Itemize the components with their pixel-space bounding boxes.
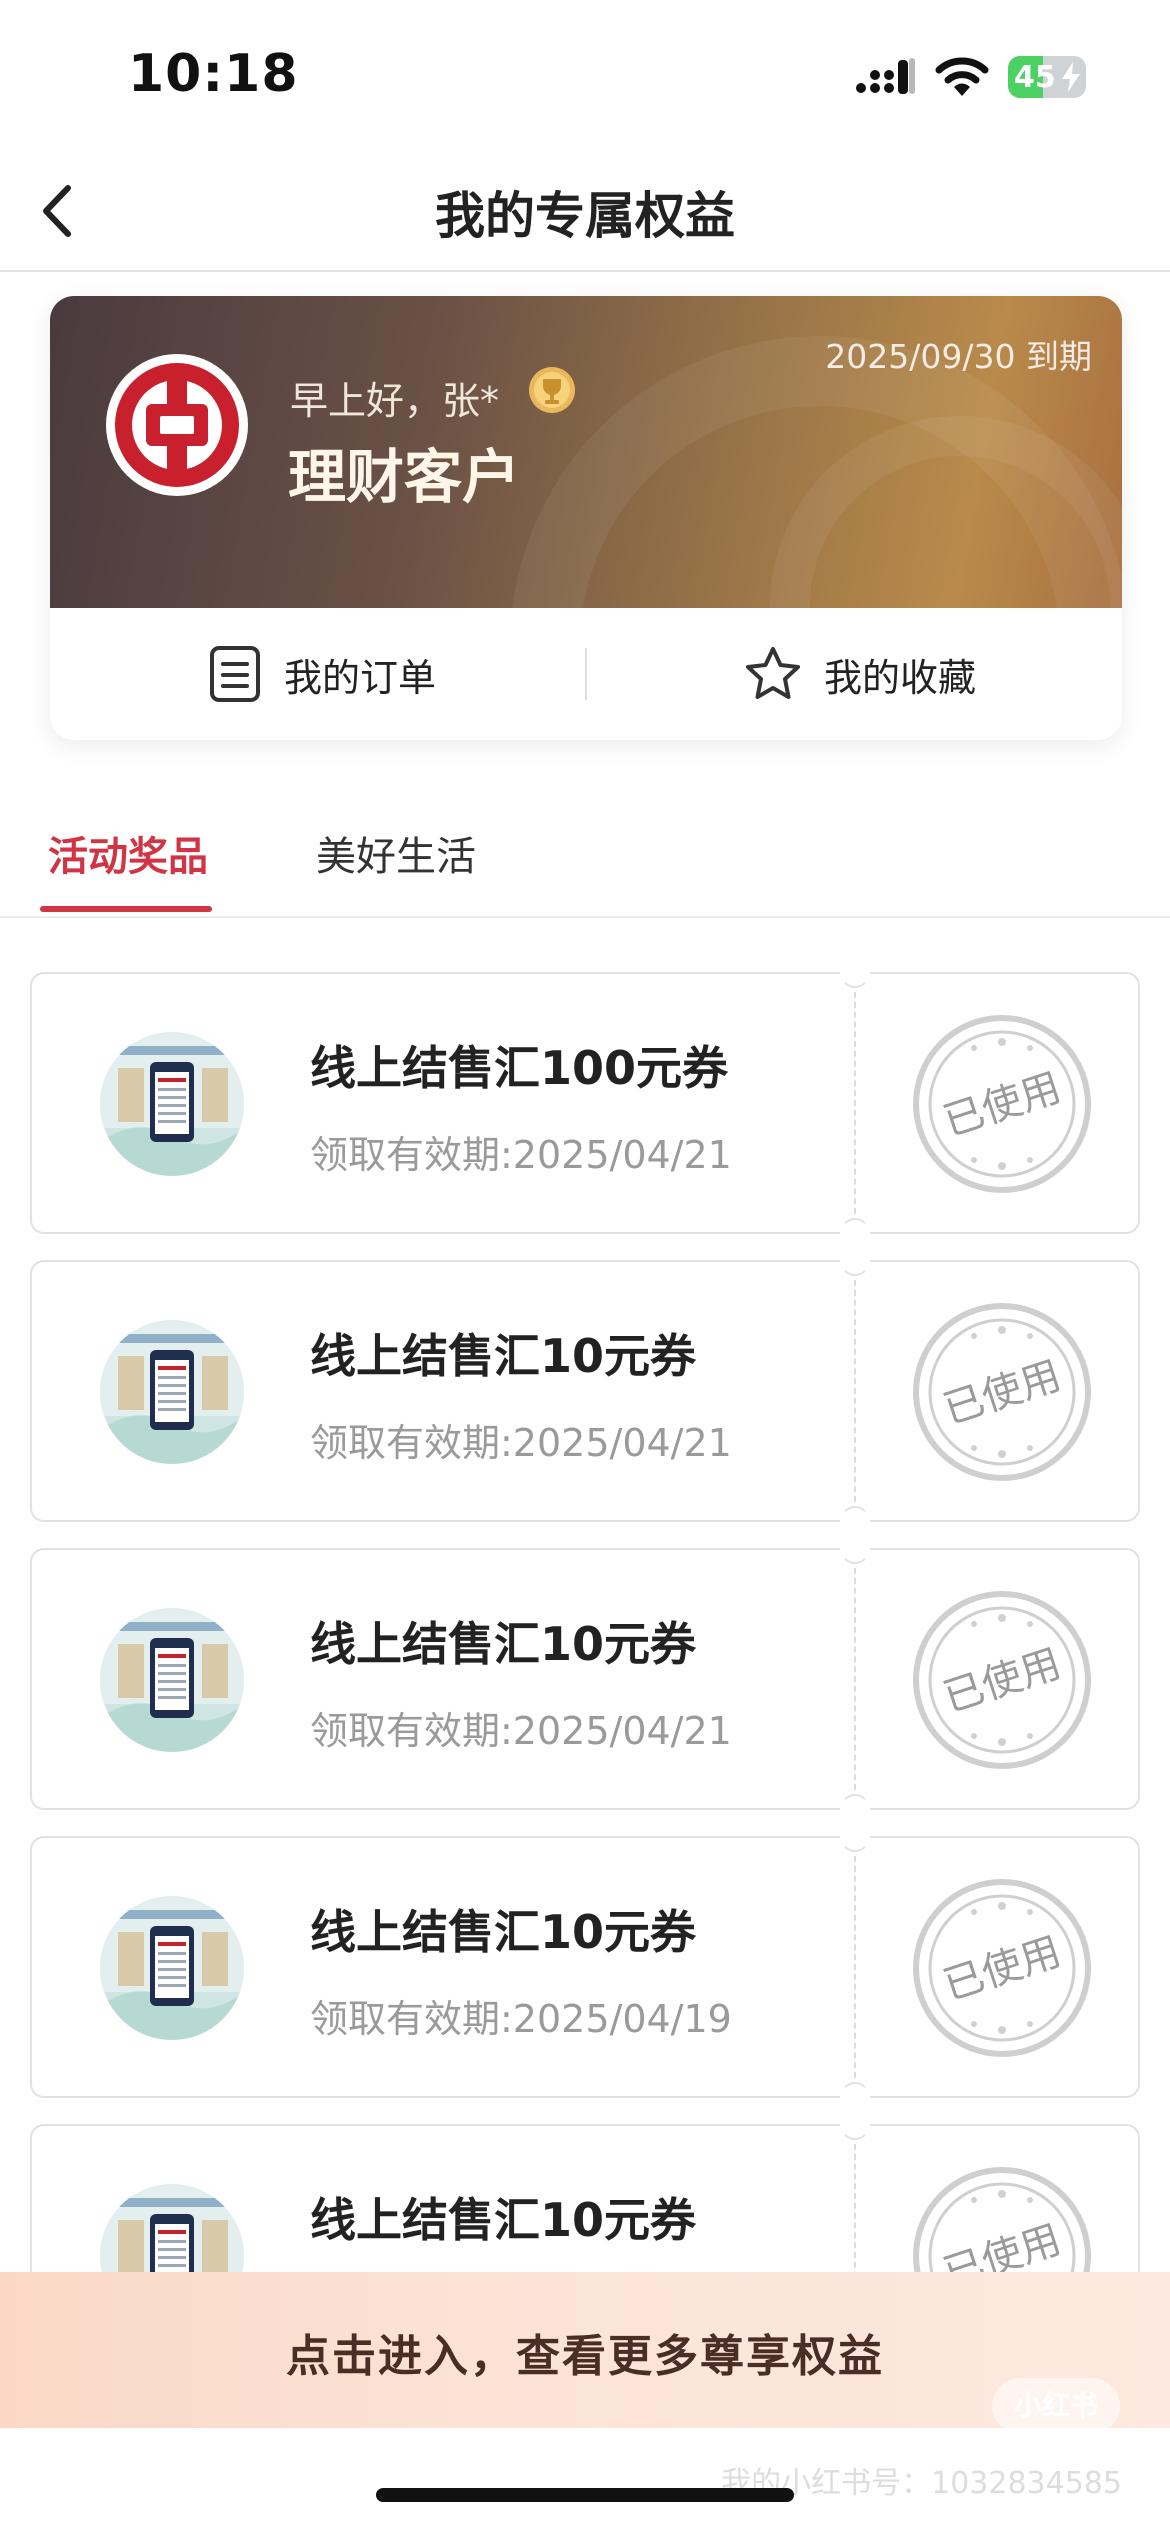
cellular-signal-icon bbox=[856, 58, 915, 94]
order-list-icon bbox=[210, 646, 260, 702]
coupon-title: 线上结售汇10元券 bbox=[310, 1329, 697, 1383]
watermark-badge: 小红书 bbox=[992, 2378, 1120, 2434]
my-orders-label: 我的订单 bbox=[284, 655, 437, 700]
coupon-divider bbox=[854, 992, 856, 1214]
coupon-title: 线上结售汇10元券 bbox=[310, 2193, 697, 2247]
expiry-date: 2025/09/30 到期 bbox=[825, 337, 1092, 376]
coupon-divider bbox=[854, 1280, 856, 1502]
coupon-card[interactable]: 线上结售汇10元券 领取有效期:2025/04/21 已使用 bbox=[30, 1534, 1140, 1824]
battery-indicator: 45 bbox=[1008, 56, 1086, 98]
coupon-notch bbox=[840, 1218, 870, 1248]
coupon-notch bbox=[840, 958, 870, 988]
battery-text: 45 bbox=[1014, 60, 1056, 95]
coupon-title: 线上结售汇100元券 bbox=[310, 1041, 729, 1095]
coupon-thumbnail-image bbox=[100, 1320, 244, 1464]
used-stamp-label: 已使用 bbox=[938, 1353, 1066, 1434]
tab-better-life[interactable]: 美好生活 bbox=[316, 824, 476, 882]
action-divider bbox=[585, 648, 587, 700]
coupon-notch bbox=[840, 1822, 870, 1852]
used-stamp-label: 已使用 bbox=[938, 1929, 1066, 2010]
used-stamp-icon: 已使用 bbox=[913, 1303, 1091, 1481]
trophy-badge-icon bbox=[529, 367, 575, 413]
coupon-valid-date: 领取有效期:2025/04/21 bbox=[310, 1133, 732, 1177]
status-bar: 10:18 45 bbox=[0, 0, 1170, 150]
more-benefits-text: 点击进入，查看更多尊享权益 bbox=[286, 2331, 884, 2382]
used-stamp-icon: 已使用 bbox=[913, 1591, 1091, 1769]
coupon-card[interactable]: 线上结售汇10元券 领取有效期:2025/04/21 已使用 bbox=[30, 1246, 1140, 1536]
greeting-text: 早上好，张* bbox=[290, 379, 500, 423]
member-card: 早上好，张* 理财客户 2025/09/30 到期 我的订单 我的收藏 bbox=[50, 296, 1122, 740]
coupon-title: 线上结售汇10元券 bbox=[310, 1617, 697, 1671]
page-title: 我的专属权益 bbox=[435, 187, 735, 245]
coupon-card[interactable]: 线上结售汇100元券 领取有效期:2025/04/21 已使用 bbox=[30, 958, 1140, 1248]
used-stamp-label: 已使用 bbox=[938, 1065, 1066, 1146]
nav-bar: 我的专属权益 bbox=[0, 150, 1170, 272]
coupon-card[interactable]: 线上结售汇10元券 领取有效期:2025/04/19 已使用 bbox=[30, 1822, 1140, 2112]
used-stamp-icon: 已使用 bbox=[913, 1879, 1091, 2057]
coupon-notch bbox=[840, 1506, 870, 1536]
coupon-notch bbox=[840, 1534, 870, 1564]
used-stamp-label: 已使用 bbox=[938, 1641, 1066, 1722]
coupon-thumbnail-image bbox=[100, 1608, 244, 1752]
charging-bolt-icon bbox=[1062, 62, 1080, 92]
coupon-notch bbox=[840, 2082, 870, 2112]
active-tab-indicator bbox=[40, 906, 212, 912]
coupon-notch bbox=[840, 1246, 870, 1276]
coupon-thumbnail-image bbox=[100, 1896, 244, 2040]
customer-level: 理财客户 bbox=[288, 443, 521, 511]
tab-activity-prizes[interactable]: 活动奖品 bbox=[48, 824, 208, 882]
coupon-title: 线上结售汇10元券 bbox=[310, 1905, 697, 1959]
card-actions: 我的订单 我的收藏 bbox=[50, 608, 1122, 740]
status-time: 10:18 bbox=[128, 44, 299, 104]
coupon-valid-date: 领取有效期:2025/04/19 bbox=[310, 1997, 732, 2041]
home-indicator bbox=[376, 2488, 794, 2502]
used-stamp-icon: 已使用 bbox=[913, 1015, 1091, 1193]
coupon-divider bbox=[854, 1856, 856, 2078]
bank-logo-icon bbox=[106, 354, 248, 496]
my-orders-button[interactable]: 我的订单 bbox=[208, 608, 436, 740]
coupon-valid-date: 领取有效期:2025/04/21 bbox=[310, 1421, 732, 1465]
my-favorites-label: 我的收藏 bbox=[824, 655, 977, 700]
category-tabs: 活动奖品 美好生活 bbox=[0, 800, 1170, 918]
wifi-icon bbox=[935, 57, 989, 96]
my-favorites-button[interactable]: 我的收藏 bbox=[744, 608, 976, 740]
coupon-valid-date: 领取有效期:2025/04/21 bbox=[310, 1709, 732, 1753]
coupon-notch bbox=[840, 2110, 870, 2140]
coupon-thumbnail-image bbox=[100, 1032, 244, 1176]
coupon-notch bbox=[840, 1794, 870, 1824]
coupon-divider bbox=[854, 1568, 856, 1790]
star-icon bbox=[746, 647, 800, 699]
member-card-banner: 早上好，张* 理财客户 2025/09/30 到期 bbox=[50, 296, 1122, 608]
